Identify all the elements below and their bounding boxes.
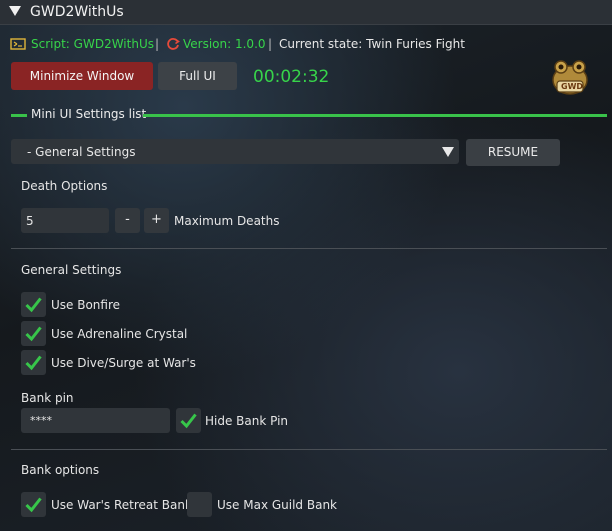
death-options-heading: Death Options [21, 179, 108, 193]
use-max-guild-bank-label: Use Max Guild Bank [217, 498, 337, 512]
hide-bank-pin-label: Hide Bank Pin [205, 414, 289, 428]
use-adrenaline-crystal-checkbox[interactable] [21, 321, 46, 346]
use-max-guild-bank-checkbox[interactable] [187, 492, 212, 517]
section-divider-right [143, 114, 607, 117]
elapsed-timer: 00:02:32 [253, 67, 330, 87]
logo-text: GWD [561, 82, 584, 91]
section-title: Mini UI Settings list [31, 107, 147, 121]
max-deaths-label: Maximum Deaths [174, 214, 280, 228]
use-wars-retreat-bank-checkbox[interactable] [21, 492, 46, 517]
general-settings-heading: General Settings [21, 263, 122, 277]
bank-options-heading: Bank options [21, 463, 100, 477]
dropdown-arrow-icon [442, 147, 454, 157]
use-dive-surge-checkbox[interactable] [21, 350, 46, 375]
hide-bank-pin-checkbox[interactable] [176, 408, 201, 433]
use-wars-retreat-bank-label: Use War's Retreat Bank [51, 498, 192, 512]
bank-pin-heading: Bank pin [21, 391, 74, 405]
use-adrenaline-crystal-label: Use Adrenaline Crystal [51, 327, 188, 341]
divider [11, 248, 607, 249]
max-deaths-input[interactable]: 5 [21, 208, 109, 233]
collapse-triangle-icon[interactable] [9, 6, 21, 16]
use-dive-surge-label: Use Dive/Surge at War's [51, 356, 196, 370]
frog-logo-icon [552, 60, 588, 95]
window-title-bar[interactable]: GWD2WithUs [0, 0, 612, 25]
current-state-label: Current state: Twin Furies Fight [279, 37, 465, 51]
checkmark-icon [25, 355, 42, 371]
script-icon [10, 38, 26, 50]
decrement-deaths-button[interactable]: - [115, 208, 140, 233]
window-title: GWD2WithUs [30, 4, 124, 20]
max-deaths-value: 5 [26, 214, 34, 228]
bank-pin-value: **** [30, 414, 52, 427]
frog-logo: GWD [549, 57, 591, 97]
version-label: Version: 1.0.0 [183, 37, 266, 51]
script-name-label: Script: GWD2WithUs [31, 37, 154, 51]
checkmark-icon [25, 297, 42, 313]
info-separator: | [155, 37, 160, 51]
divider [11, 449, 607, 450]
full-ui-button[interactable]: Full UI [158, 62, 237, 90]
use-bonfire-checkbox[interactable] [21, 292, 46, 317]
dropdown-selected-value: - General Settings [27, 145, 136, 159]
info-separator: | [268, 37, 273, 51]
section-divider-left [11, 114, 27, 117]
refresh-icon [167, 38, 180, 50]
checkmark-icon [180, 413, 197, 429]
bank-pin-input[interactable]: **** [21, 408, 170, 433]
settings-category-dropdown[interactable]: - General Settings [11, 139, 459, 164]
use-bonfire-label: Use Bonfire [51, 298, 121, 312]
minimize-window-button[interactable]: Minimize Window [11, 62, 153, 90]
increment-deaths-button[interactable]: + [144, 208, 169, 233]
checkmark-icon [25, 497, 42, 513]
checkmark-icon [25, 326, 42, 342]
resume-button[interactable]: RESUME [466, 139, 560, 166]
